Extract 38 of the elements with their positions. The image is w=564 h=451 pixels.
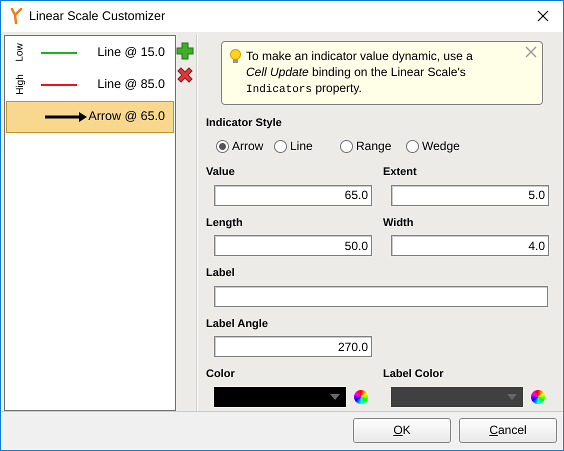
radio-option[interactable]: Wedge [406, 137, 464, 156]
add-icon[interactable] [176, 42, 194, 60]
marker-label: Low [14, 43, 26, 62]
number-field[interactable]: 4.0 [391, 235, 549, 256]
field-label: Length [206, 216, 244, 231]
field-label: Width [383, 216, 414, 231]
label-field[interactable] [214, 286, 548, 307]
window-title: Linear Scale Customizer [29, 8, 166, 25]
field-label: Color [206, 367, 236, 382]
indicator-item[interactable]: Arrow @ 65.0 [6, 100, 174, 133]
color-dropdown[interactable] [214, 386, 346, 407]
dialog-button[interactable]: Cancel [459, 418, 557, 443]
lightbulb-icon [230, 48, 241, 64]
hint-text: To make an indicator value dynamic, use a Cell Update binding on the Linear Scale's Indicators property. [246, 48, 474, 98]
marker-label: High [14, 74, 26, 95]
color-wheel-icon[interactable] [354, 390, 368, 404]
field-label: Extent [383, 165, 418, 180]
field-label: Label [206, 266, 236, 282]
color-wheel-icon[interactable] [531, 390, 545, 404]
radio-option[interactable]: Line [274, 137, 340, 156]
delete-icon[interactable] [176, 66, 194, 84]
indicator-item[interactable]: High Line @ 85.0 [6, 68, 174, 101]
indicator-item[interactable]: Low Line @ 15.0 [6, 36, 174, 69]
label-angle-field[interactable]: 270.0 [214, 336, 372, 358]
caret-icon[interactable] [330, 394, 340, 400]
number-field[interactable]: 5.0 [391, 184, 549, 206]
app-icon [9, 8, 23, 24]
close-icon[interactable] [537, 10, 549, 22]
radio-option[interactable]: Range [340, 137, 406, 156]
field-label: Label Angle [206, 316, 269, 332]
dialog-button[interactable]: OK [353, 418, 451, 443]
color-dropdown[interactable] [391, 386, 523, 407]
field-label: Label Color [383, 367, 445, 382]
number-field[interactable]: 65.0 [214, 184, 372, 206]
number-field[interactable]: 50.0 [214, 235, 372, 256]
field-label: Value [206, 165, 236, 180]
radio-option[interactable]: Arrow [216, 137, 274, 156]
section-label: Indicator Style [206, 116, 283, 131]
